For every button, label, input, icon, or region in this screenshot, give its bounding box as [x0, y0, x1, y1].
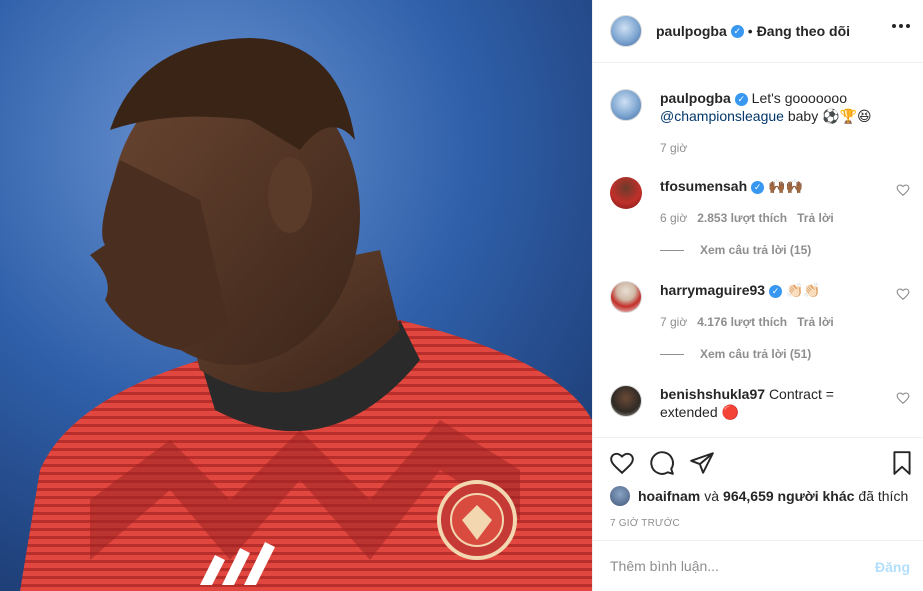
- caption-meta: 7 giờ: [660, 139, 890, 157]
- caption-text: Let's gooooooo: [751, 90, 847, 106]
- post-timestamp[interactable]: 7 GIỜ TRƯỚC: [610, 518, 680, 529]
- comment-body: harrymaguire93 ✓ 👏🏻👏🏻 7 giờ 4.176 lượt th…: [660, 281, 890, 331]
- liker-avatar[interactable]: [610, 486, 630, 506]
- view-replies-label: Xem câu trả lời (15): [700, 243, 812, 257]
- more-options-icon[interactable]: [892, 24, 910, 28]
- comment-username[interactable]: benishshukla97: [660, 386, 765, 402]
- post-photo-illustration: [0, 0, 592, 591]
- view-replies-button[interactable]: Xem câu trả lời (51): [660, 347, 811, 361]
- likes-suffix: đã thích: [858, 488, 909, 504]
- caption-text-end: baby ⚽️🏆😆: [787, 108, 872, 124]
- caption-mention-link[interactable]: @championsleague: [660, 108, 784, 124]
- add-comment-form: Đăng: [593, 540, 923, 591]
- author-info: paulpogba ✓ • Đang theo dõi: [656, 23, 850, 39]
- comment-likes[interactable]: 4.176 lượt thích: [697, 313, 787, 331]
- post-header: paulpogba ✓ • Đang theo dõi: [593, 0, 923, 63]
- post-details-panel: paulpogba ✓ • Đang theo dõi paulpogba ✓ L…: [592, 0, 923, 591]
- share-icon[interactable]: [689, 450, 715, 476]
- comment-time[interactable]: 7 giờ: [660, 313, 687, 331]
- caption-time[interactable]: 7 giờ: [660, 139, 687, 157]
- like-comment-heart-icon[interactable]: [896, 183, 910, 197]
- post-actions: hoaifnam và 964,659 người khác đã thích …: [593, 437, 923, 540]
- following-button[interactable]: Đang theo dõi: [757, 23, 850, 39]
- view-replies-button[interactable]: Xem câu trả lời (15): [660, 243, 811, 257]
- comment-meta: 6 giờ 2.853 lượt thích Trả lời: [660, 209, 890, 227]
- commenter-avatar[interactable]: [610, 385, 642, 417]
- like-comment-heart-icon[interactable]: [896, 287, 910, 301]
- comment-text: 🙌🏾🙌🏾: [768, 178, 803, 194]
- post-comment-button[interactable]: Đăng: [875, 559, 910, 575]
- bookmark-icon[interactable]: [889, 450, 915, 476]
- comment-text: 👏🏻👏🏻: [785, 282, 821, 298]
- verified-badge-icon: ✓: [751, 180, 765, 194]
- reply-button[interactable]: Trả lời: [797, 209, 834, 227]
- heart-icon[interactable]: [609, 450, 635, 476]
- caption-avatar[interactable]: [610, 89, 642, 121]
- liker-username[interactable]: hoaifnam: [638, 488, 700, 504]
- author-username[interactable]: paulpogba: [656, 23, 727, 39]
- comment-likes[interactable]: 2.853 lượt thích: [697, 209, 787, 227]
- post-image[interactable]: [0, 0, 592, 591]
- comment-username[interactable]: tfosumensah: [660, 178, 747, 194]
- comments-list[interactable]: paulpogba ✓ Let's gooooooo @championsleag…: [593, 63, 923, 437]
- caption-body: paulpogba ✓ Let's gooooooo @championsleag…: [660, 89, 890, 157]
- separator-dot: •: [747, 23, 753, 39]
- comment-body: benishshukla97 Contract = extended 🔴: [660, 385, 890, 421]
- verified-badge-icon: ✓: [734, 92, 748, 106]
- comment-icon[interactable]: [649, 450, 675, 476]
- view-replies-label: Xem câu trả lời (51): [700, 347, 812, 361]
- comment-time[interactable]: 6 giờ: [660, 209, 687, 227]
- like-comment-heart-icon[interactable]: [896, 391, 910, 405]
- caption-username[interactable]: paulpogba: [660, 90, 731, 106]
- likes-summary: hoaifnam và 964,659 người khác đã thích: [610, 486, 908, 506]
- comment-input[interactable]: [593, 557, 862, 575]
- comment-username[interactable]: harrymaguire93: [660, 282, 765, 298]
- likes-count[interactable]: 964,659 người khác: [723, 488, 854, 504]
- commenter-avatar[interactable]: [610, 177, 642, 209]
- comment-body: tfosumensah ✓ 🙌🏾🙌🏾 6 giờ 2.853 lượt thích…: [660, 177, 890, 227]
- replies-divider: [660, 249, 684, 251]
- author-avatar[interactable]: [610, 15, 642, 47]
- verified-badge-icon: ✓: [730, 24, 744, 38]
- replies-divider: [660, 353, 684, 355]
- likes-connector: và: [704, 488, 720, 504]
- reply-button[interactable]: Trả lời: [797, 313, 834, 331]
- comment-meta: 7 giờ 4.176 lượt thích Trả lời: [660, 313, 890, 331]
- verified-badge-icon: ✓: [769, 284, 783, 298]
- commenter-avatar[interactable]: [610, 281, 642, 313]
